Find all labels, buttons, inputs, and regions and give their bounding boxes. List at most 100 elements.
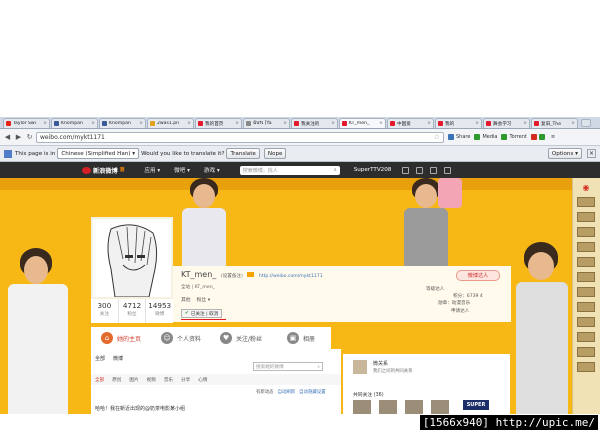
stat-posts[interactable]: 14953 微博 [146, 299, 173, 323]
follow-status-button[interactable]: ✔ 已关注 | 取消 [181, 309, 223, 318]
subtab-music[interactable]: 音乐 [164, 377, 173, 383]
sidebar-thumb[interactable] [577, 212, 595, 222]
logout-icon[interactable] [444, 166, 452, 174]
tag-other[interactable]: 其他 [181, 296, 191, 303]
sidebar-thumb[interactable] [577, 242, 595, 252]
browser-tab[interactable]: 2was1.pn × [147, 118, 194, 128]
browser-tab[interactable]: 中国爱 × [387, 118, 434, 128]
message-icon[interactable] [416, 166, 424, 174]
tag-fans-menu[interactable]: 粉丝 ▾ [197, 296, 211, 303]
browser-tab[interactable]: Taylor Swi × [3, 118, 50, 128]
subtab-original[interactable]: 原创 [112, 377, 121, 383]
stat-following[interactable]: 300 关注 [91, 299, 119, 323]
nope-button[interactable]: Nope [263, 148, 287, 159]
translate-button[interactable]: Translate [226, 148, 260, 159]
tab-close-icon[interactable]: × [139, 121, 143, 126]
browser-tab[interactable]: 舞会学习 × [483, 118, 530, 128]
bookmark-star-icon[interactable]: ☆ [434, 133, 440, 141]
search-icon[interactable]: ⌕ [317, 364, 320, 370]
extension-share[interactable]: Share [448, 134, 470, 140]
browser-tab[interactable]: 我关注的 × [291, 118, 338, 128]
menu-icon[interactable]: ≡ [551, 134, 555, 140]
settings-icon[interactable] [430, 166, 438, 174]
edit-icon[interactable] [402, 166, 410, 174]
tab-home[interactable]: ⌂ 她的主页 [91, 327, 151, 349]
sidebar-thumb[interactable] [577, 227, 595, 237]
tab-close-icon[interactable]: × [523, 121, 527, 126]
sidebar-thumb[interactable] [577, 287, 595, 297]
set-note-link[interactable]: (设置备注) [221, 274, 243, 279]
tab-close-icon[interactable]: × [43, 121, 47, 126]
weibo-talent-button[interactable]: 微博达人 [456, 270, 500, 281]
tab-close-icon[interactable]: × [379, 121, 383, 126]
weibo-logo[interactable]: 新浪微博测 [82, 166, 124, 175]
browser-tab[interactable]: 我的 × [435, 118, 482, 128]
stat-fans[interactable]: 4712 粉丝 [119, 299, 147, 323]
sidebar-thumb[interactable] [577, 347, 595, 357]
new-tab-button[interactable] [581, 119, 591, 127]
tab-close-icon[interactable]: × [283, 121, 287, 126]
subtab-share[interactable]: 分享 [181, 377, 190, 383]
profile-name-row: KT_men_ (设置备注) http://weibo.com/mykt1171 [181, 270, 323, 279]
nav-username[interactable]: SuperTTV208 [354, 167, 392, 173]
tab-close-icon[interactable]: × [475, 121, 479, 126]
extension-media[interactable]: Media [474, 134, 497, 140]
options-button[interactable]: Options ▾ [547, 148, 582, 159]
address-bar[interactable]: weibo.com/mykt1171 ☆ [36, 131, 444, 143]
tab-close-icon[interactable]: × [91, 121, 95, 126]
tab-profile[interactable]: ☺ 个人资料 [151, 327, 211, 349]
right-info-line[interactable]: 等级达人 [426, 286, 444, 292]
forward-icon[interactable]: ▶ [14, 133, 23, 142]
browser-tab[interactable]: Knompan × [99, 118, 146, 128]
profile-avatar[interactable] [91, 217, 173, 299]
subtab-video[interactable]: 视频 [147, 377, 156, 383]
album-icon: ▣ [286, 332, 299, 344]
subtab-mood[interactable]: 心情 [198, 377, 207, 383]
tab-follow[interactable]: ♥ 关注/粉丝 [211, 327, 271, 349]
extension-icons[interactable] [530, 134, 547, 140]
tab-close-icon[interactable]: × [427, 121, 431, 126]
nav-item-apps[interactable]: 应用 ▾ [144, 166, 160, 174]
tab-close-icon[interactable]: × [571, 121, 575, 126]
tab-close-icon[interactable]: × [235, 121, 239, 126]
weibo-search-input[interactable]: 搜索微博，找人 ⌕ [239, 165, 340, 175]
banner-person-right [514, 242, 572, 414]
browser-tab[interactable]: 我的首页 × [195, 118, 242, 128]
auto-refresh-link[interactable]: 自动刷新 [278, 389, 296, 395]
nav-item-weiba[interactable]: 微吧 ▾ [174, 166, 190, 174]
auto-hide-settings-link[interactable]: 自动隐藏设置 [299, 389, 325, 395]
browser-tab[interactable]: 复旧_The × [531, 118, 578, 128]
sidebar-thumb[interactable] [577, 362, 595, 372]
relation-avatar[interactable] [353, 360, 367, 374]
translate-close-icon[interactable]: × [587, 149, 596, 158]
subtab-all[interactable]: 全部 [95, 377, 104, 383]
tab-album[interactable]: ▣ 相册 [271, 327, 331, 349]
feed-tab-weibo[interactable]: 微博 [113, 355, 123, 362]
search-icon[interactable]: ⌕ [334, 167, 337, 173]
sidebar-thumb[interactable] [577, 317, 595, 327]
sidebar-thumb[interactable] [577, 272, 595, 282]
right-info-line[interactable]: 申请达人 [451, 308, 469, 314]
sidebar-thumb[interactable] [577, 302, 595, 312]
super-badge[interactable]: SUPER [463, 400, 489, 410]
weibo-icon[interactable]: ◉ [577, 184, 595, 192]
feed-search-input[interactable]: 搜索她的微博 ⌕ [253, 362, 323, 371]
back-icon[interactable]: ◀ [3, 133, 12, 142]
sidebar-thumb[interactable] [577, 332, 595, 342]
profile-info-panel: KT_men_ (设置备注) http://weibo.com/mykt1171… [173, 266, 511, 322]
feed-tab-all[interactable]: 全部 [95, 355, 105, 362]
profile-url-link[interactable]: http://weibo.com/mykt1171 [259, 274, 323, 279]
browser-tab[interactable]: Knompan × [51, 118, 98, 128]
tab-close-icon[interactable]: × [187, 121, 191, 126]
sidebar-thumb[interactable] [577, 257, 595, 267]
subtab-pictures[interactable]: 图片 [129, 377, 138, 383]
tab-close-icon[interactable]: × [331, 121, 335, 126]
language-select[interactable]: Chinese (Simplified Han) ▾ [57, 148, 140, 159]
common-follow-title[interactable]: 共同关注 (36) [353, 391, 384, 398]
sidebar-thumb[interactable] [577, 197, 595, 207]
nav-item-games[interactable]: 游戏 ▾ [204, 166, 220, 174]
browser-tab[interactable]: ฉันรเ [Ya × [243, 118, 290, 128]
extension-torrent[interactable]: Torrent [501, 134, 527, 140]
reload-icon[interactable]: ↻ [25, 133, 34, 142]
browser-tab-active[interactable]: KT_men_ × [339, 118, 386, 128]
